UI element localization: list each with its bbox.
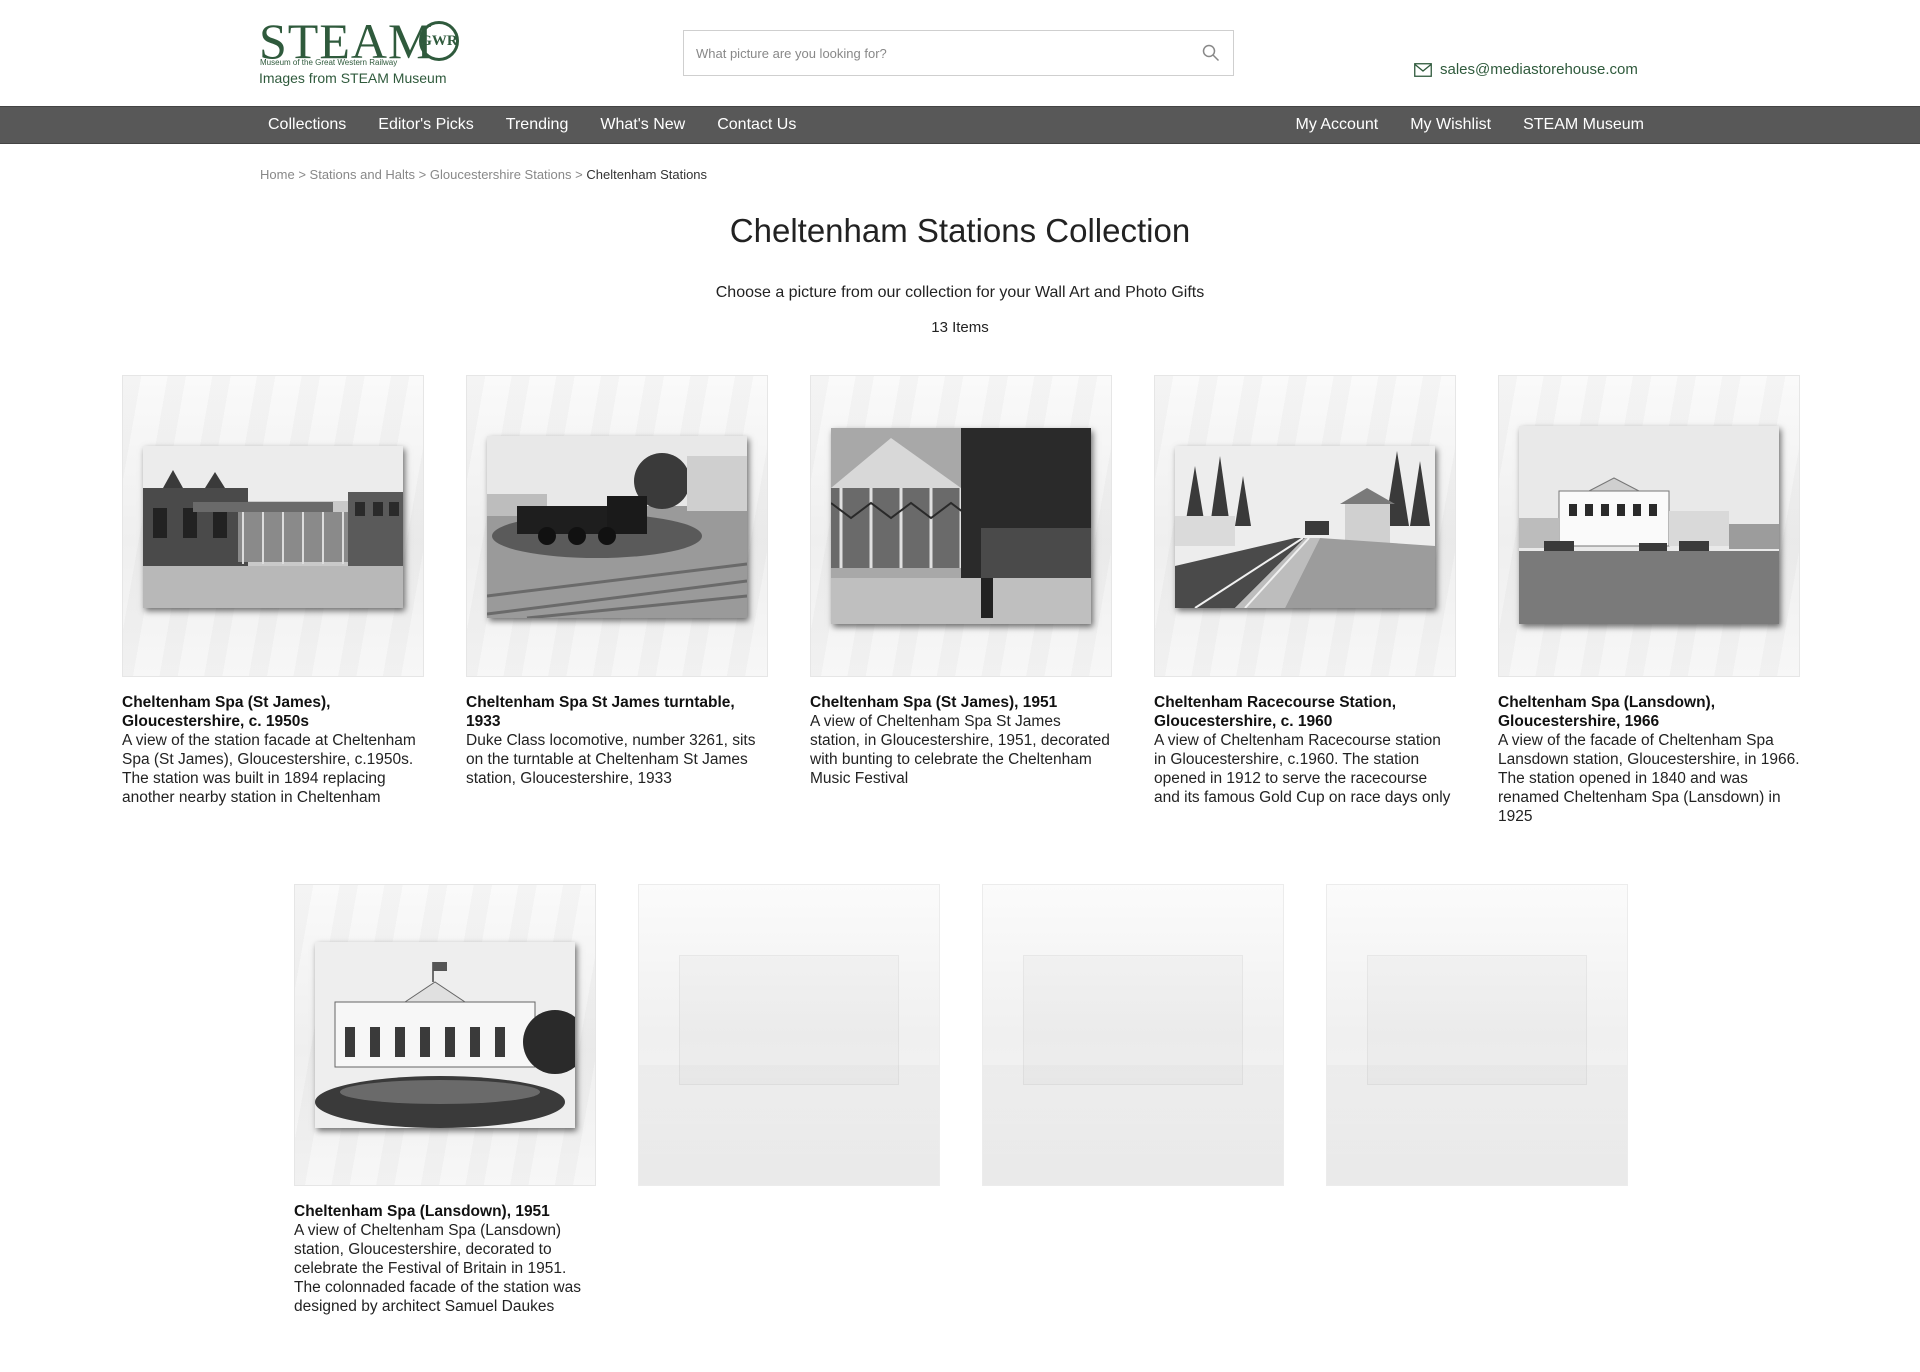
product-photo [487, 436, 747, 618]
steam-logo[interactable]: STEAM GWR Museum of the Great Western Ra… [259, 16, 469, 88]
product-thumbnail[interactable] [122, 375, 424, 677]
product-card: Cheltenham Racecourse Station, Glouceste… [1154, 375, 1456, 807]
main-nav: Collections Editor's Picks Trending What… [0, 106, 1920, 144]
product-card: Cheltenham Spa (Lansdown), 1951 A view o… [294, 884, 596, 1316]
product-photo [831, 428, 1091, 624]
loading-card-placeholder [982, 884, 1284, 1186]
breadcrumb-separator: > [298, 167, 306, 182]
breadcrumb-separator: > [575, 167, 583, 182]
product-description: A view of the station facade at Cheltenh… [122, 732, 416, 806]
nav-editors-picks[interactable]: Editor's Picks [370, 116, 482, 134]
page-title: Cheltenham Stations Collection [729, 212, 1191, 249]
loading-card-placeholder [1326, 884, 1628, 1186]
search-input[interactable] [696, 31, 1176, 75]
breadcrumb-current: Cheltenham Stations [586, 167, 708, 182]
product-thumbnail[interactable] [1154, 375, 1456, 677]
product-card: Cheltenham Spa (St James), Gloucestershi… [122, 375, 424, 807]
product-photo [315, 942, 575, 1128]
product-thumbnail[interactable] [294, 884, 596, 1186]
product-title[interactable]: Cheltenham Racecourse Station, Glouceste… [1154, 693, 1456, 731]
contact-email: sales@mediastorehouse.com [1440, 61, 1638, 78]
product-title[interactable]: Cheltenham Spa (Lansdown), 1951 [294, 1202, 596, 1221]
contact-email-link[interactable]: sales@mediastorehouse.com [1414, 61, 1638, 78]
product-card: Cheltenham Spa (St James), 1951 A view o… [810, 375, 1112, 788]
nav-my-wishlist[interactable]: My Wishlist [1402, 116, 1499, 134]
product-photo [1175, 446, 1435, 608]
product-thumbnail[interactable] [810, 375, 1112, 677]
product-description: A view of the facade of Cheltenham Spa L… [1498, 732, 1800, 825]
breadcrumb-home[interactable]: Home [260, 167, 295, 182]
product-card: Cheltenham Spa St James turntable, 1933 … [466, 375, 768, 788]
mail-icon [1414, 62, 1432, 77]
product-title[interactable]: Cheltenham Spa (St James), Gloucestershi… [122, 693, 424, 731]
nav-my-account[interactable]: My Account [1287, 116, 1386, 134]
breadcrumb-separator: > [418, 167, 427, 182]
product-title[interactable]: Cheltenham Spa (St James), 1951 [810, 693, 1112, 712]
loading-card-placeholder [638, 884, 940, 1186]
product-thumbnail[interactable] [1498, 375, 1800, 677]
product-title[interactable]: Cheltenham Spa (Lansdown), Gloucestershi… [1498, 693, 1800, 731]
nav-whats-new[interactable]: What's New [592, 116, 693, 134]
logo-tagline: Images from STEAM Museum [259, 70, 447, 86]
nav-trending[interactable]: Trending [498, 116, 577, 134]
breadcrumb: Home > Stations and Halts > Gloucestersh… [260, 167, 707, 182]
product-description: A view of Cheltenham Spa (Lansdown) stat… [294, 1222, 581, 1315]
nav-collections[interactable]: Collections [260, 116, 354, 134]
search-box [683, 30, 1234, 76]
gwr-badge-icon: GWR [419, 21, 459, 61]
product-photo [143, 446, 403, 608]
product-description: Duke Class locomotive, number 3261, sits… [466, 732, 756, 787]
nav-steam-museum[interactable]: STEAM Museum [1515, 116, 1652, 134]
logo-subtitle: Museum of the Great Western Railway [260, 58, 398, 67]
item-count: 13 Items [931, 319, 989, 336]
site-header: STEAM GWR Museum of the Great Western Ra… [0, 0, 1920, 106]
product-thumbnail[interactable] [466, 375, 768, 677]
nav-right: My Account My Wishlist STEAM Museum [1287, 107, 1652, 143]
product-description: A view of Cheltenham Spa St James statio… [810, 713, 1110, 787]
nav-left: Collections Editor's Picks Trending What… [260, 107, 804, 143]
product-title[interactable]: Cheltenham Spa St James turntable, 1933 [466, 693, 768, 731]
page-subtitle: Choose a picture from our collection for… [715, 284, 1205, 301]
breadcrumb-stations-and-halts[interactable]: Stations and Halts [310, 167, 416, 182]
product-photo [1519, 426, 1779, 624]
breadcrumb-gloucestershire-stations[interactable]: Gloucestershire Stations [430, 167, 572, 182]
product-card: Cheltenham Spa (Lansdown), Gloucestershi… [1498, 375, 1800, 826]
product-description: A view of Cheltenham Racecourse station … [1154, 732, 1451, 806]
nav-contact-us[interactable]: Contact Us [709, 116, 804, 134]
search-icon[interactable] [1201, 43, 1221, 63]
